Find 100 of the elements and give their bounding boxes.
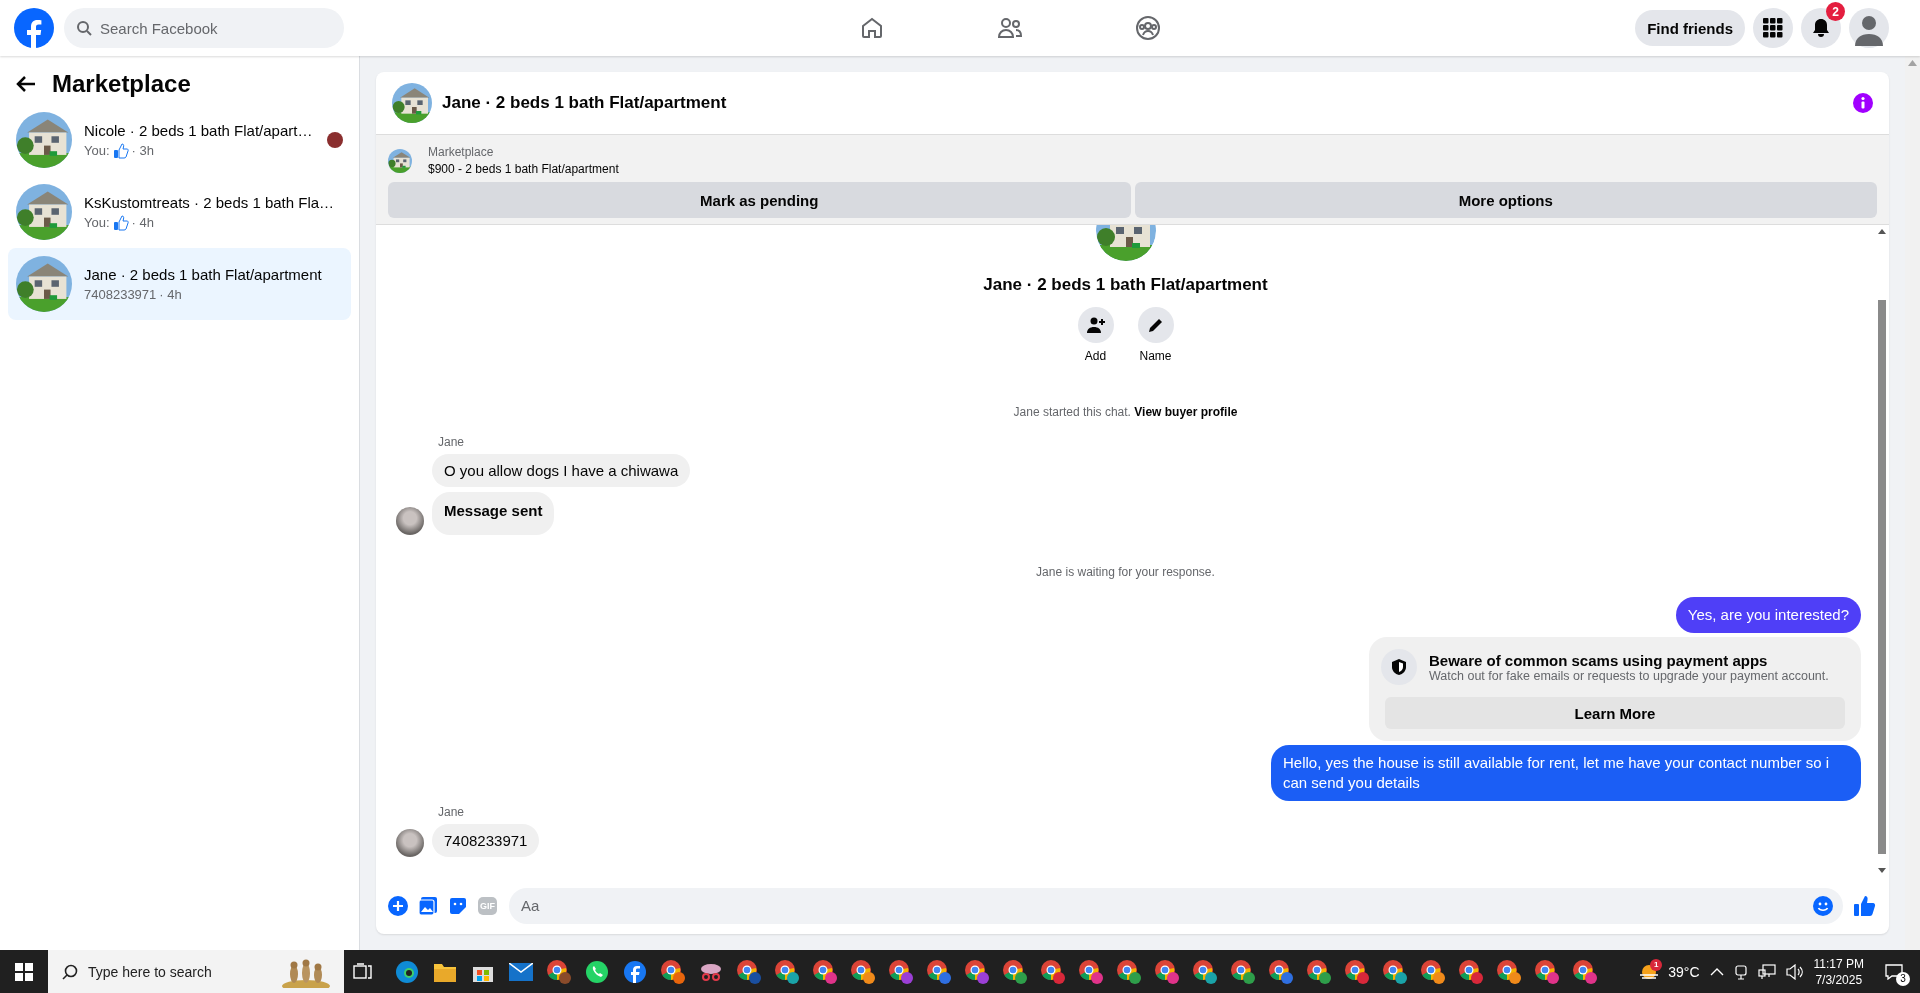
speaker-icon[interactable] — [1785, 963, 1804, 980]
grid-icon — [1763, 18, 1783, 38]
conversation-time: · 4h — [159, 287, 182, 302]
rename-button[interactable] — [1137, 307, 1174, 343]
conversation-title: Jane · 2 beds 1 bath Flat/apartment — [84, 266, 323, 283]
chat-title: Jane · 2 beds 1 bath Flat/apartment — [442, 93, 728, 113]
conversation-preview: You: — [84, 215, 110, 230]
browser-icon[interactable] — [1344, 958, 1370, 985]
search-field[interactable]: Search Facebook — [64, 8, 344, 48]
browser-icon[interactable] — [1534, 958, 1560, 985]
browser-icon[interactable] — [1420, 958, 1446, 985]
scroll-down-icon[interactable] — [1878, 868, 1886, 873]
browser-icon[interactable] — [736, 958, 762, 985]
message-field[interactable]: Aa — [509, 887, 1843, 924]
thumbs-up-icon[interactable] — [1853, 893, 1877, 918]
home-icon[interactable] — [859, 16, 884, 40]
notification-badge: 2 — [1826, 2, 1845, 21]
browser-icon[interactable] — [1268, 958, 1294, 985]
facebook-logo[interactable] — [14, 8, 54, 48]
network-icon[interactable] — [1757, 963, 1776, 980]
weather-badge: 1 — [1650, 958, 1663, 971]
conversation-title: KsKustomtreats · 2 beds 1 bath Fla… — [84, 193, 336, 211]
scroll-up-icon[interactable] — [1878, 229, 1886, 234]
bell-icon — [1811, 18, 1831, 38]
avatar — [396, 507, 424, 535]
browser-icon[interactable] — [1002, 958, 1028, 985]
listing-action-button[interactable]: Mark as pending — [388, 182, 1131, 218]
search-icon — [62, 963, 78, 980]
conversation-title: Nicole · 2 beds 1 bath Flat/apart… — [84, 121, 314, 139]
browser-icon[interactable] — [1230, 958, 1256, 985]
conversation-item[interactable]: Jane · 2 beds 1 bath Flat/apartment 7408233971 · 4h — [8, 248, 351, 320]
system-message: Jane started this chat. View buyer profile — [1013, 405, 1238, 419]
buyer-profile-link[interactable]: View buyer profile — [1134, 405, 1238, 419]
browser-icon[interactable] — [964, 958, 990, 985]
conversation-item[interactable]: KsKustomtreats · 2 beds 1 bath Fla… You: · 4h — [8, 176, 351, 248]
menu-button[interactable] — [1753, 8, 1793, 48]
chevron-up-icon[interactable] — [1709, 966, 1724, 977]
browser-icon[interactable] — [812, 958, 838, 985]
edge-icon[interactable] — [395, 959, 419, 984]
browser-icon[interactable] — [1496, 958, 1522, 985]
temperature: 39°C — [1668, 963, 1700, 980]
windows-icon[interactable] — [15, 962, 33, 981]
sender-name: Jane — [438, 805, 466, 819]
pencil-icon — [1147, 317, 1164, 333]
notifications-button[interactable] — [1801, 8, 1841, 48]
browser-icon[interactable] — [850, 958, 876, 985]
thumbs-up-icon — [112, 214, 129, 231]
listing-action-button[interactable]: More options — [1134, 182, 1877, 218]
browser-icon[interactable] — [1306, 958, 1332, 985]
conversation-time: · 4h — [131, 215, 154, 230]
warning-text: Watch out for fake emails or requests to upgrade your payment account. — [1429, 668, 1829, 683]
emoji-icon[interactable] — [1813, 895, 1833, 916]
browser-icon[interactable] — [1078, 958, 1104, 985]
browser-icon[interactable] — [1192, 958, 1218, 985]
camera-icon[interactable] — [1733, 963, 1748, 980]
browser-icon[interactable] — [774, 958, 800, 985]
plus-icon[interactable] — [388, 895, 408, 916]
scrollbar[interactable] — [1905, 56, 1920, 950]
conversation-time: · 3h — [131, 143, 154, 158]
mail-icon[interactable] — [509, 962, 533, 981]
browser-icon[interactable] — [1040, 958, 1066, 985]
shield-icon — [1381, 649, 1417, 685]
task-view-icon[interactable] — [353, 962, 373, 981]
learn-more-button[interactable]: Learn More — [1385, 697, 1845, 729]
facebook-icon[interactable] — [623, 959, 647, 984]
account-avatar[interactable] — [1849, 8, 1889, 48]
browser-icon[interactable] — [660, 958, 686, 985]
browser-icon[interactable] — [888, 958, 914, 985]
browser-icon[interactable] — [1154, 958, 1180, 985]
action-label: Add — [1084, 349, 1107, 363]
browser-icon[interactable] — [1458, 958, 1484, 985]
search-icon — [76, 20, 92, 36]
sticker-icon[interactable] — [448, 895, 468, 916]
image-icon[interactable] — [418, 895, 438, 916]
message-bubble: Hello, yes the house is still available for rent, let me have your contact number so i can send you details — [1271, 745, 1861, 801]
page-title: Marketplace — [52, 70, 191, 98]
chat-icon[interactable] — [585, 959, 609, 984]
notification-count: 3 — [1896, 971, 1910, 986]
find-friends-button[interactable]: Find friends — [1635, 10, 1745, 46]
browser-icon[interactable] — [1572, 958, 1598, 985]
clock-date: 7/3/2025 — [1815, 971, 1863, 988]
message-bubble: 7408233971 — [432, 824, 540, 857]
back-arrow-icon[interactable] — [16, 75, 36, 93]
sender-name: Jane — [438, 435, 466, 449]
group-icon[interactable] — [1134, 15, 1161, 41]
listing-summary: $900 - 2 beds 1 bath Flat/apartment — [428, 162, 619, 176]
browser-icon[interactable] — [1116, 958, 1142, 985]
system-message: Jane is waiting for your response. — [1036, 565, 1215, 579]
conversation-item[interactable]: Nicole · 2 beds 1 bath Flat/apart… You: · 3h — [8, 104, 351, 176]
warning-title: Beware of common scams using payment apps — [1429, 651, 1769, 669]
scrollbar-thumb[interactable] — [1878, 300, 1886, 854]
browser-icon[interactable] — [926, 958, 952, 985]
browser-icon[interactable] — [546, 958, 572, 985]
info-icon[interactable] — [1853, 93, 1873, 113]
browser-icon[interactable] — [1382, 958, 1408, 985]
add-friend-button[interactable] — [1077, 307, 1114, 343]
add-person-icon — [1086, 317, 1105, 333]
contact-name: Jane · 2 beds 1 bath Flat/apartment — [983, 275, 1268, 295]
people-icon[interactable] — [996, 16, 1023, 40]
clock-time: 11:17 PM — [1813, 955, 1864, 972]
